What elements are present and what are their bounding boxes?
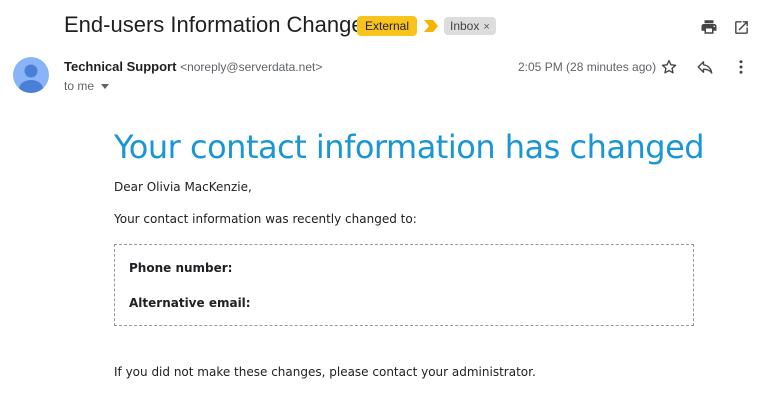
avatar-icon xyxy=(19,64,43,93)
more-vert-icon xyxy=(739,60,743,74)
open-in-new-window-button[interactable] xyxy=(729,15,753,39)
print-icon xyxy=(701,20,717,34)
greeting: Dear Olivia MacKenzie, xyxy=(114,180,252,194)
label-external[interactable]: External xyxy=(357,16,418,36)
timestamp: 2:05 PM (28 minutes ago) xyxy=(518,60,657,74)
more-options-button[interactable] xyxy=(729,55,753,79)
importance-marker-icon[interactable] xyxy=(424,20,438,32)
print-button[interactable] xyxy=(697,15,721,39)
recipient-text: to me xyxy=(64,79,95,93)
email-heading: Your contact information has changed xyxy=(114,128,705,166)
sender-name[interactable]: Technical Support xyxy=(64,59,176,74)
label-inbox-text: Inbox xyxy=(450,19,480,33)
star-button[interactable] xyxy=(657,55,681,79)
star-icon xyxy=(661,59,677,74)
reply-icon xyxy=(697,61,713,74)
intro-text: Your contact information was recently ch… xyxy=(114,212,417,226)
sender-email: <noreply@serverdata.net> xyxy=(180,60,323,74)
recipient-details-toggle[interactable]: to me xyxy=(64,79,110,93)
alternative-email-label: Alternative email: xyxy=(129,296,251,310)
sender-line: Technical Support <noreply@serverdata.ne… xyxy=(64,59,322,74)
caret-down-icon xyxy=(101,83,110,89)
contact-info-box: Phone number: Alternative email: xyxy=(114,244,694,326)
remove-label-button[interactable]: × xyxy=(483,21,489,33)
sender-avatar[interactable] xyxy=(13,57,49,93)
phone-number-label: Phone number: xyxy=(129,261,233,275)
reply-button[interactable] xyxy=(693,55,717,79)
footer-text: If you did not make these changes, pleas… xyxy=(114,365,536,379)
open-in-new-icon xyxy=(734,20,748,34)
email-subject: End-users Information Changed xyxy=(64,12,376,37)
label-inbox[interactable]: Inbox × xyxy=(444,17,496,35)
